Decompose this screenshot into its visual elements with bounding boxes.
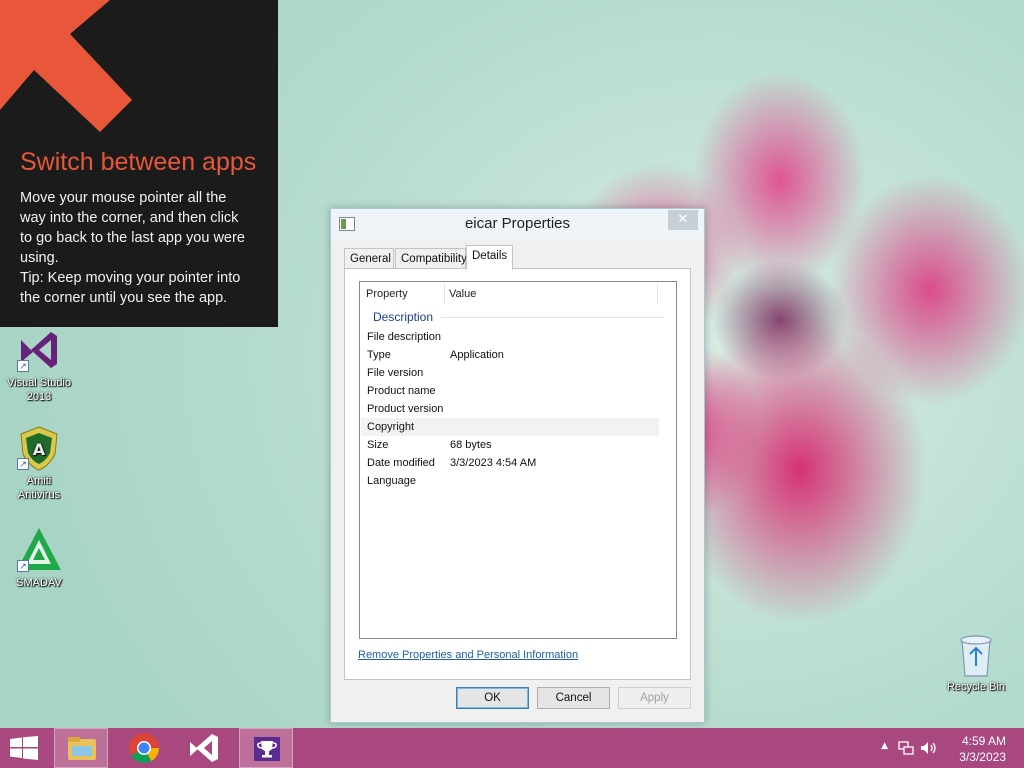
taskbar-visual-studio[interactable] xyxy=(178,728,232,768)
list-item[interactable]: Product name xyxy=(361,382,659,400)
group-description: Description xyxy=(373,310,434,324)
amiti-antivirus-icon: A ↗ xyxy=(15,424,63,472)
column-header-property[interactable]: Property xyxy=(366,288,408,300)
shortcut-arrow-icon: ↗ xyxy=(17,560,29,572)
taskbar-clock[interactable]: 4:59 AM 3/3/2023 xyxy=(936,733,1006,765)
shortcut-arrow-icon: ↗ xyxy=(17,458,29,470)
column-header-value[interactable]: Value xyxy=(449,288,476,300)
details-panel: Property Value Description File descript… xyxy=(344,268,691,680)
remove-properties-link[interactable]: Remove Properties and Personal Informati… xyxy=(358,649,578,661)
list-item[interactable]: File description xyxy=(361,328,659,346)
show-hidden-icons-icon[interactable]: ▲ xyxy=(881,741,888,751)
list-item[interactable]: Date modified 3/3/2023 4:54 AM xyxy=(361,454,659,472)
chrome-icon xyxy=(129,733,159,764)
list-item[interactable]: Copyright xyxy=(361,418,659,436)
desktop-icon-recycle-bin[interactable]: Recycle Bin xyxy=(940,632,1012,693)
tip-title: Switch between apps xyxy=(20,148,257,176)
smadav-icon: ↗ xyxy=(15,526,63,574)
svg-text:A: A xyxy=(33,440,46,459)
list-item[interactable]: Language xyxy=(361,472,659,490)
taskbar-file-explorer[interactable] xyxy=(54,728,108,768)
dialog-title: eicar Properties xyxy=(464,215,571,232)
network-icon[interactable] xyxy=(898,740,914,756)
close-icon: ✕ xyxy=(677,212,689,227)
shortcut-arrow-icon: ↗ xyxy=(17,360,29,372)
desktop-icon-smadav[interactable]: ↗ SMADAV xyxy=(2,526,76,590)
close-button[interactable]: ✕ xyxy=(668,210,698,230)
dialog-titlebar[interactable]: eicar Properties ✕ xyxy=(331,209,704,239)
cancel-button[interactable]: Cancel xyxy=(537,687,610,709)
list-item[interactable]: Type Application xyxy=(361,346,659,364)
apply-button[interactable]: Apply xyxy=(618,687,691,709)
file-explorer-icon xyxy=(68,737,96,760)
list-item[interactable]: Size 68 bytes xyxy=(361,436,659,454)
tab-general[interactable]: General xyxy=(344,248,394,269)
start-button[interactable] xyxy=(10,736,38,760)
taskbar: ▲ 4:59 AM 3/3/2023 xyxy=(0,728,1024,768)
recycle-bin-icon xyxy=(960,635,992,677)
ok-button[interactable]: OK xyxy=(456,687,529,709)
taskbar-trophy-app[interactable] xyxy=(239,728,293,768)
corner-arrow-icon xyxy=(0,0,132,132)
visual-studio-icon xyxy=(190,734,218,762)
taskbar-chrome[interactable] xyxy=(117,728,171,768)
trophy-app-icon xyxy=(254,737,280,761)
tab-compatibility[interactable]: Compatibility xyxy=(395,248,467,269)
properties-dialog: eicar Properties ✕ General Compatibility… xyxy=(330,208,705,723)
desktop-icon-amiti-antivirus[interactable]: A ↗ Amiti Antivirus xyxy=(2,424,76,502)
list-item[interactable]: File version xyxy=(361,364,659,382)
desktop-icon-visual-studio[interactable]: ↗ Visual Studio 2013 xyxy=(2,326,76,404)
tip-body: Move your mouse pointer all the way into… xyxy=(20,190,245,306)
tab-details[interactable]: Details xyxy=(466,245,513,270)
property-list[interactable]: Property Value Description File descript… xyxy=(359,281,677,639)
list-item[interactable]: Product version xyxy=(361,400,659,418)
visual-studio-icon: ↗ xyxy=(15,326,63,374)
list-header: Property Value xyxy=(360,282,676,306)
switch-apps-tip: Switch between apps Move your mouse poin… xyxy=(0,0,278,327)
